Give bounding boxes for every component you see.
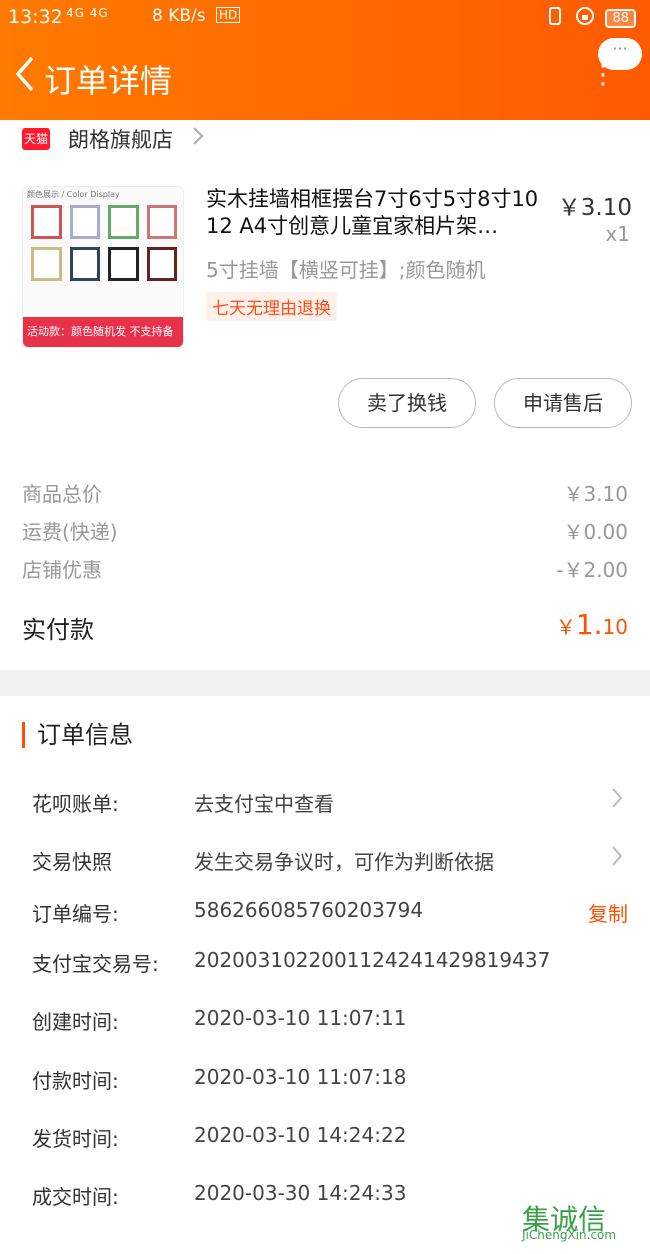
row-label: 交易快照	[32, 850, 112, 874]
total-value: ￥3.10	[563, 482, 628, 506]
product-price: ￥3.10	[557, 195, 632, 221]
chevron-right-icon	[610, 844, 624, 874]
row-value: 发生交易争议时，可作为判断依据	[194, 850, 494, 874]
row-label: 成交时间:	[32, 1185, 119, 1209]
battery-icon: 88	[605, 8, 636, 28]
order-info-section: 订单信息 花呗账单: 去支付宝中查看 交易快照 发生交易争议时，可作为判断依据 …	[0, 696, 650, 1254]
shipping-value: ￥0.00	[563, 520, 628, 544]
total-row: 商品总价 ￥3.10	[22, 478, 628, 507]
product-quantity: x1	[605, 222, 630, 246]
row-label: 订单编号:	[32, 902, 119, 926]
discount-value: -￥2.00	[556, 558, 628, 582]
row-value: 2020031022001124241429819437	[194, 948, 551, 972]
order-number-row: 订单编号: 586266085760203794 复制	[32, 898, 628, 928]
paid-value: ￥1.10	[555, 608, 628, 641]
chevron-left-icon	[15, 56, 34, 92]
network-speed: 8 KB/s	[152, 6, 206, 26]
hd-icon: HD	[216, 7, 241, 23]
shop-name: 朗格旗舰店	[68, 128, 173, 152]
page-title: 订单详情	[44, 62, 173, 100]
signal-icon: 4G 4G	[66, 6, 109, 20]
lock-icon	[575, 6, 595, 30]
shipping-label: 运费(快递)	[22, 520, 118, 544]
watermark-subtext: JiChengXin.com	[522, 1228, 617, 1242]
discount-row: 店铺优惠 -￥2.00	[22, 554, 628, 583]
nav-bar: 订单详情 ··· ⋮	[0, 38, 650, 114]
after-sale-button[interactable]: 申请售后	[494, 378, 632, 428]
status-right-icons: 88	[545, 6, 636, 30]
shop-row[interactable]: 天猫 朗格旗舰店	[22, 124, 205, 154]
snapshot-row[interactable]: 交易快照 发生交易争议时，可作为判断依据	[32, 846, 628, 876]
watermark-logo: 集诚信 JiChengXin.com	[522, 1198, 646, 1250]
product-spec: 5寸挂墙【横竖可挂】;颜色随机	[206, 258, 486, 282]
order-number: 586266085760203794	[194, 898, 424, 922]
row-label: 发货时间:	[32, 1127, 119, 1151]
huabei-bill-row[interactable]: 花呗账单: 去支付宝中查看	[32, 788, 628, 818]
row-label: 支付宝交易号:	[32, 952, 159, 976]
shipping-row: 运费(快递) ￥0.00	[22, 516, 628, 545]
status-time: 13:32	[8, 6, 63, 28]
tmall-badge-icon: 天猫	[22, 128, 50, 150]
paid-label: 实付款	[22, 616, 94, 644]
status-bar: 13:32 4G 4G 8 KB/s HD 88	[0, 0, 650, 34]
total-label: 商品总价	[22, 482, 102, 506]
shipped-time-row: 发货时间: 2020-03-10 14:24:22	[32, 1123, 628, 1153]
alipay-trade-row: 支付宝交易号: 2020031022001124241429819437	[32, 948, 628, 978]
row-value: 2020-03-10 11:07:11	[194, 1006, 407, 1030]
row-label: 付款时间:	[32, 1069, 119, 1093]
order-item-card: 天猫 朗格旗舰店 颜色展示 / Color Display 活动款：颜色随机发 …	[0, 120, 650, 670]
copy-button[interactable]: 复制	[588, 898, 628, 927]
thumbnail-caption: 颜色展示 / Color Display	[27, 190, 120, 199]
back-button[interactable]	[8, 50, 44, 98]
created-time-row: 创建时间: 2020-03-10 11:07:11	[32, 1006, 628, 1036]
paid-row: 实付款 ￥1.10	[22, 608, 628, 645]
row-label: 创建时间:	[32, 1010, 119, 1034]
row-value: 2020-03-10 14:24:22	[194, 1123, 407, 1147]
chevron-right-icon	[610, 786, 624, 816]
more-vertical-icon[interactable]: ⋮	[590, 62, 616, 88]
vibrate-icon	[545, 6, 565, 30]
row-value: 2020-03-30 14:24:33	[194, 1181, 407, 1205]
chevron-right-icon	[191, 125, 205, 153]
row-value: 去支付宝中查看	[194, 792, 334, 816]
product-thumbnail[interactable]: 颜色展示 / Color Display 活动款：颜色随机发 不支持备注	[22, 186, 184, 348]
paid-time-row: 付款时间: 2020-03-10 11:07:18	[32, 1065, 628, 1095]
row-value: 2020-03-10 11:07:18	[194, 1065, 407, 1089]
row-label: 花呗账单:	[32, 792, 119, 816]
thumbnail-banner: 活动款：颜色随机发 不支持备注	[23, 317, 183, 347]
product-title[interactable]: 实木挂墙相框摆台7寸6寸5寸8寸10 12 A4寸创意儿童宜家相片架…	[206, 186, 546, 240]
return-policy-tag: 七天无理由退换	[206, 292, 337, 321]
discount-label: 店铺优惠	[22, 558, 102, 582]
sell-button[interactable]: 卖了换钱	[338, 378, 476, 428]
order-info-heading: 订单信息	[22, 722, 133, 748]
thumbnail-frames	[31, 205, 177, 281]
app-header: 13:32 4G 4G 8 KB/s HD 88 订单详情 ··· ⋮	[0, 0, 650, 120]
